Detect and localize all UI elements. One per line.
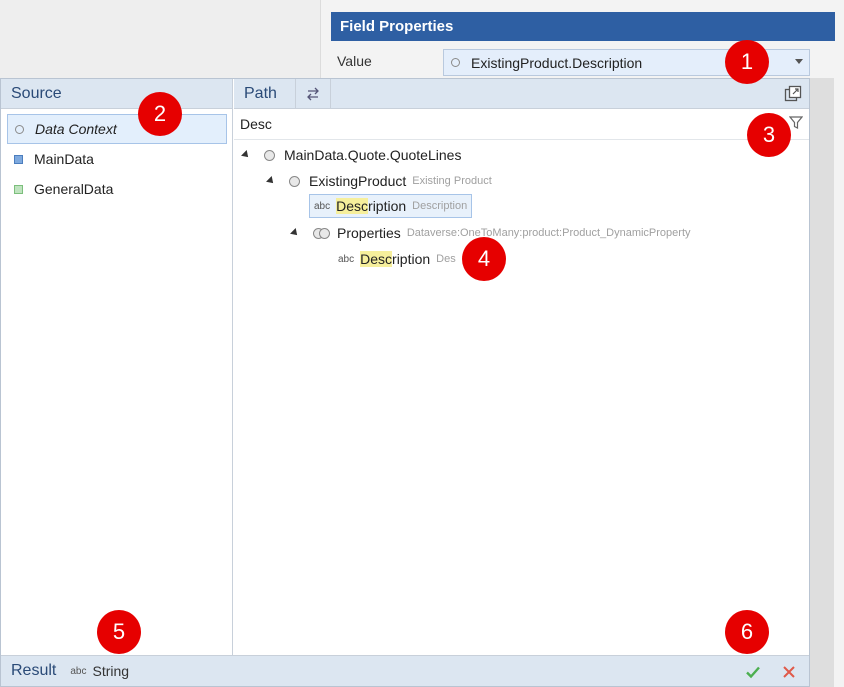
result-type: abc String <box>70 663 129 679</box>
path-panel-title: Path <box>244 84 277 102</box>
swap-icon <box>307 87 319 100</box>
annotation-marker-1: 1 <box>725 40 769 84</box>
cancel-button[interactable] <box>781 664 797 680</box>
tree-node-description[interactable]: abc Desc ription Des <box>338 246 456 272</box>
expand-triangle-icon[interactable] <box>241 150 251 160</box>
ring-icon <box>451 58 460 67</box>
tree-node-label: Properties <box>337 225 401 241</box>
source-item-label: MainData <box>34 151 94 167</box>
ring-icon <box>264 149 275 161</box>
properties-pane-strip <box>810 78 834 687</box>
tree-node-label-rest: ription <box>392 251 431 267</box>
chevron-down-icon[interactable] <box>795 59 803 64</box>
filter-icon <box>788 116 804 129</box>
source-item-generaldata[interactable]: GeneralData <box>1 174 232 204</box>
collection-icon <box>313 227 331 239</box>
source-item-label: Data Context <box>35 121 117 137</box>
string-type-icon: abc <box>338 253 355 265</box>
background-left <box>0 0 320 78</box>
tree-node-label: ExistingProduct <box>309 173 407 189</box>
tree-node-existing-product[interactable]: ExistingProduct Existing Product <box>266 168 492 194</box>
tree-node-sublabel: Existing Product <box>412 175 492 187</box>
path-panel: Path Desc MainData.Quote.QuoteLines Exis… <box>234 78 809 655</box>
app-window: Field Properties Value ExistingProduct.D… <box>0 0 844 687</box>
annotation-marker-3: 3 <box>747 113 791 157</box>
ring-icon <box>289 175 300 187</box>
field-properties-header: Field Properties <box>331 12 835 41</box>
popout-button[interactable] <box>783 84 803 104</box>
string-type-icon: abc <box>314 200 331 212</box>
tree-node-sublabel: Des <box>436 253 456 265</box>
annotation-marker-4: 4 <box>462 237 506 281</box>
source-list: Data Context MainData GeneralData <box>1 114 232 204</box>
source-item-maindata[interactable]: MainData <box>1 144 232 174</box>
blue-square-icon <box>14 154 23 164</box>
filter-button[interactable] <box>788 116 804 130</box>
ring-icon <box>15 124 24 134</box>
tree-node-label: MainData.Quote.QuoteLines <box>284 147 462 163</box>
path-header: Path <box>234 78 809 109</box>
green-square-icon <box>14 184 23 194</box>
expand-triangle-icon[interactable] <box>266 176 276 186</box>
check-icon <box>746 666 760 679</box>
path-picker-dialog: Source Data Context MainData GeneralData <box>0 78 810 687</box>
expand-triangle-icon[interactable] <box>290 228 300 238</box>
ok-button[interactable] <box>745 664 761 680</box>
swap-button[interactable] <box>295 78 331 109</box>
match-highlight: Desc <box>336 198 369 214</box>
result-label: Result <box>11 662 57 679</box>
match-highlight: Desc <box>360 251 393 267</box>
close-icon <box>783 666 795 678</box>
result-type-label: String <box>92 663 130 679</box>
annotation-marker-6: 6 <box>725 610 769 654</box>
search-row <box>234 109 809 140</box>
string-type-icon: abc <box>70 665 87 677</box>
annotation-marker-2: 2 <box>138 92 182 136</box>
result-bar: Result abc String <box>1 655 809 686</box>
value-dropdown-text: ExistingProduct.Description <box>471 54 643 71</box>
tree-node-sublabel: Description <box>412 200 468 212</box>
source-panel: Source Data Context MainData GeneralData <box>1 79 233 655</box>
source-item-label: GeneralData <box>34 181 114 197</box>
value-label: Value <box>337 53 372 69</box>
source-item-data-context[interactable]: Data Context <box>7 114 227 144</box>
tree-node-sublabel: Dataverse:OneToMany:product:Product_Dyna… <box>406 227 691 239</box>
annotation-marker-5: 5 <box>97 610 141 654</box>
source-panel-title: Source <box>1 79 232 109</box>
popout-icon <box>784 85 802 102</box>
path-search-input[interactable] <box>240 113 770 135</box>
tree-node-root[interactable]: MainData.Quote.QuoteLines <box>241 142 462 168</box>
tree-node-description-selected[interactable]: abc Desc ription Description <box>309 194 473 218</box>
tree-node-label-rest: ription <box>368 198 407 214</box>
